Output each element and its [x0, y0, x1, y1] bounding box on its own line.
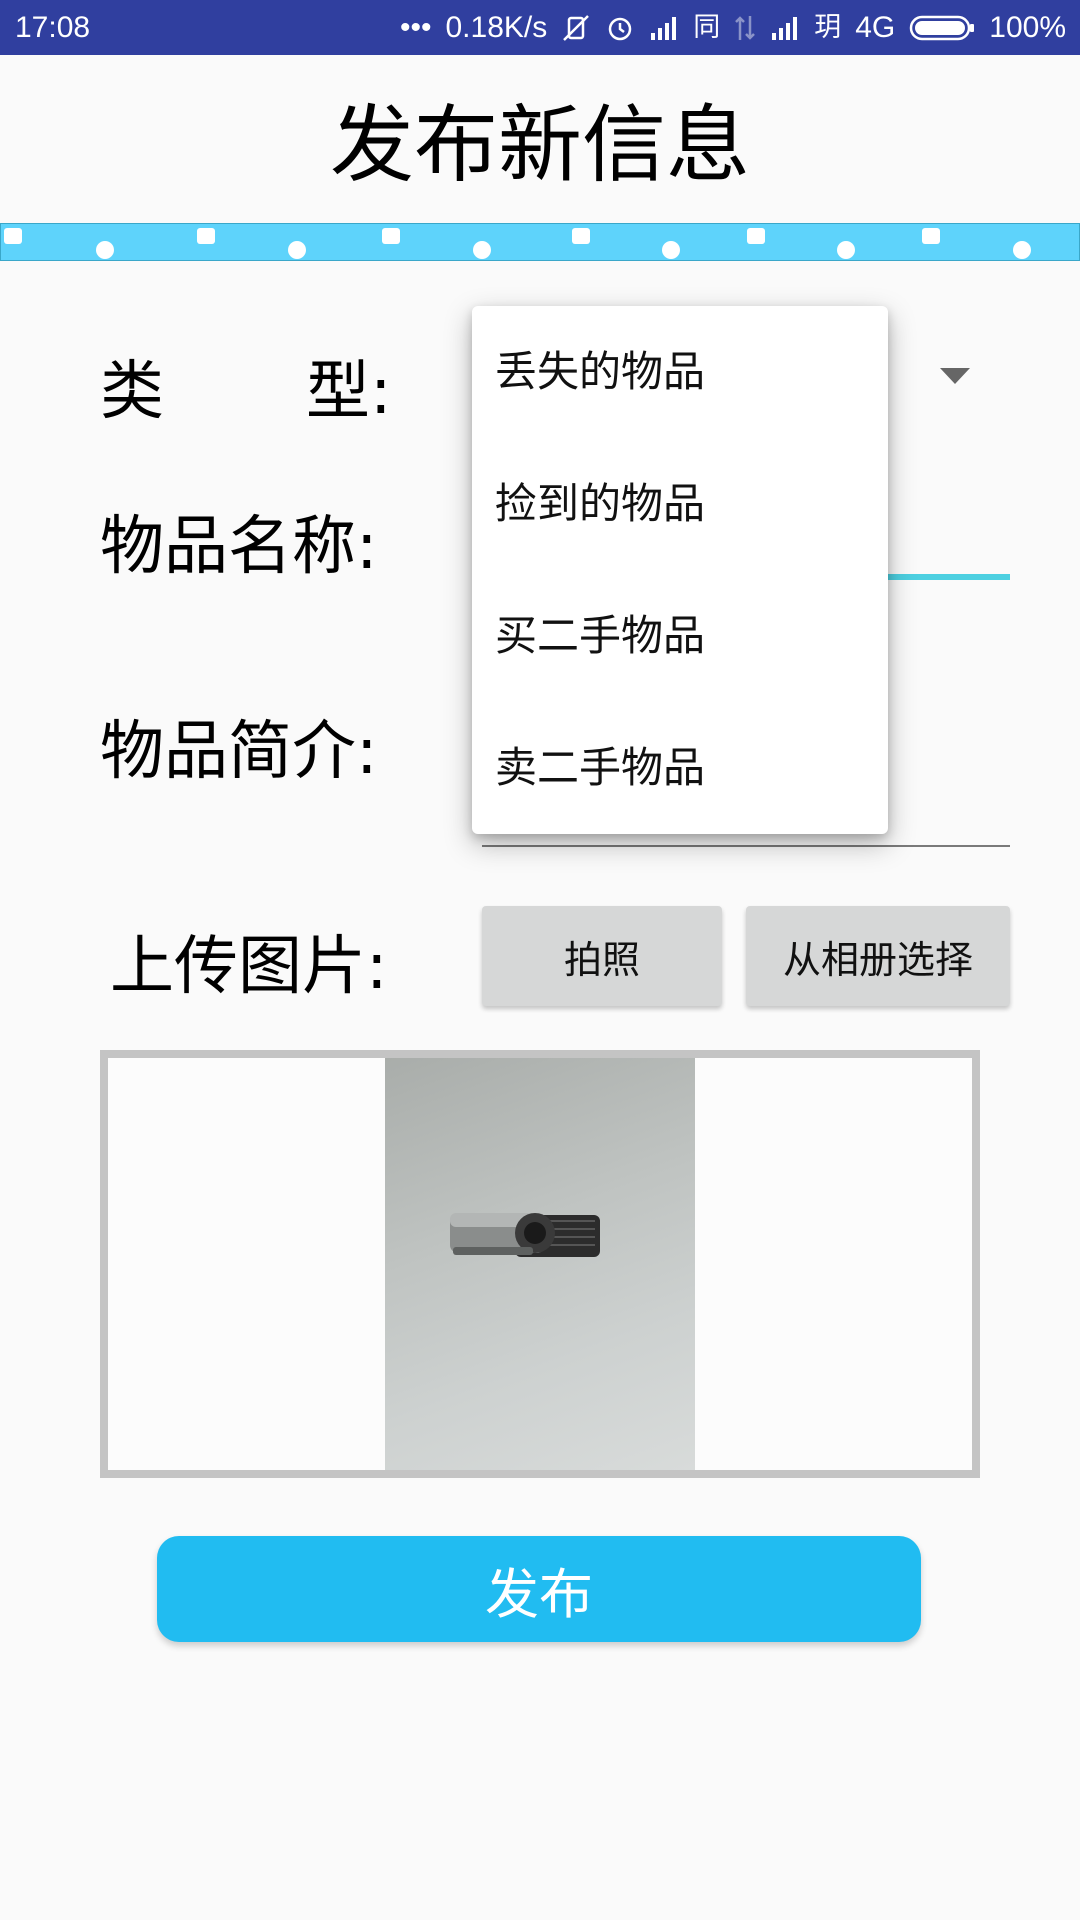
- sim2-label: 玥: [814, 12, 842, 42]
- dropdown-option-buy-secondhand[interactable]: 买二手物品: [472, 570, 888, 702]
- dropdown-option-sell-secondhand[interactable]: 卖二手物品: [472, 702, 888, 834]
- dropdown-option-lost[interactable]: 丢失的物品: [472, 306, 888, 438]
- status-bar: 17:08 ••• 0.18K/s 同 玥 4G 100%: [0, 0, 1080, 55]
- data-transfer-icon: [734, 14, 756, 42]
- publish-button[interactable]: 发布: [157, 1536, 921, 1642]
- item-desc-label: 物品简介:: [100, 715, 378, 789]
- decorative-divider: [0, 223, 1080, 261]
- signal-icon: [770, 15, 800, 41]
- upload-image-label: 上传图片:: [110, 930, 388, 1004]
- type-label: 类 型:: [100, 340, 392, 432]
- choose-from-album-button[interactable]: 从相册选择: [746, 906, 1010, 1006]
- overflow-dots-icon: •••: [399, 11, 432, 44]
- dropdown-option-found[interactable]: 捡到的物品: [472, 438, 888, 570]
- status-time: 17:08: [15, 11, 91, 44]
- status-icons: ••• 0.18K/s 同 玥 4G 100%: [400, 0, 1066, 55]
- uploaded-photo: [385, 1058, 695, 1470]
- signal-icon: [649, 15, 679, 41]
- take-photo-button[interactable]: 拍照: [482, 906, 722, 1006]
- type-label-part2: 型:: [306, 355, 392, 429]
- battery-icon: [909, 14, 975, 42]
- item-desc-input-underline[interactable]: [482, 845, 1010, 847]
- network-type: 4G: [855, 11, 896, 44]
- type-dropdown-menu: 丢失的物品 捡到的物品 买二手物品 卖二手物品: [472, 306, 888, 834]
- net-speed: 0.18K/s: [445, 11, 548, 44]
- page-title: 发布新信息: [329, 96, 750, 194]
- sim1-label: 同: [693, 12, 721, 42]
- type-label-part1: 类: [100, 355, 164, 429]
- dropdown-arrow-icon[interactable]: [940, 368, 970, 384]
- alarm-icon: [605, 13, 635, 43]
- item-name-label: 物品名称:: [100, 510, 378, 584]
- battery-percent: 100%: [989, 11, 1066, 44]
- mute-vibrate-icon: [561, 13, 591, 43]
- usb-drive-image: [450, 1213, 600, 1257]
